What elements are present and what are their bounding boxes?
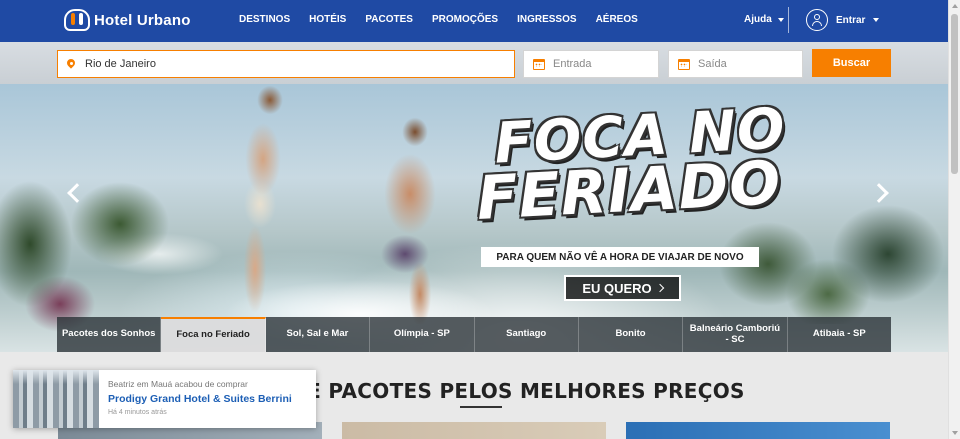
- tab-bonito[interactable]: Bonito: [579, 317, 684, 352]
- hero-person-woman: [215, 84, 305, 314]
- top-nav: Hotel Urbano DESTINOS HOTÉIS PACOTES PRO…: [0, 0, 948, 42]
- checkout-placeholder: Saída: [698, 58, 727, 70]
- menu-item-aereos[interactable]: AÉREOS: [596, 14, 638, 25]
- nav-divider: [788, 7, 789, 33]
- hero-tagline: PARA QUEM NÃO VÊ A HORA DE VIAJAR DE NOV…: [481, 247, 759, 267]
- scroll-thumb[interactable]: [951, 14, 958, 174]
- hero-headline: FOCA NO FERIADO: [475, 96, 790, 234]
- search-bar: Rio de Janeiro Entrada Saída: [0, 42, 948, 84]
- login-label: Entrar: [836, 14, 866, 26]
- tab-pacotes-dos-sonhos[interactable]: Pacotes dos Sonhos: [57, 317, 162, 352]
- cta-button[interactable]: EU QUERO: [564, 275, 681, 301]
- user-icon: [806, 9, 828, 31]
- location-pin-icon: [67, 59, 75, 69]
- chevron-down-icon: [777, 17, 784, 22]
- scroll-up-icon[interactable]: [952, 4, 958, 8]
- tab-sol-sal-e-mar[interactable]: Sol, Sal e Mar: [266, 317, 371, 352]
- hero-person-man: [355, 114, 455, 324]
- offer-card[interactable]: [342, 422, 606, 439]
- logo-icon: [64, 9, 90, 31]
- notification-time: Há 4 minutos atrás: [108, 409, 167, 416]
- offer-card[interactable]: [626, 422, 890, 439]
- menu-item-hoteis[interactable]: HOTÉIS: [309, 14, 346, 25]
- tab-foca-no-feriado[interactable]: Foca no Feriado: [161, 317, 266, 352]
- hero-headline-line2: FERIADO: [474, 148, 783, 235]
- destination-input[interactable]: Rio de Janeiro: [57, 50, 515, 78]
- section-title-underline: [460, 406, 502, 408]
- checkin-field[interactable]: Entrada: [523, 50, 659, 78]
- page-scrollbar[interactable]: [948, 0, 960, 439]
- notification-hotel-link[interactable]: Prodigy Grand Hotel & Suites Berrini: [108, 393, 292, 405]
- checkin-placeholder: Entrada: [553, 58, 592, 70]
- search-button[interactable]: Buscar: [812, 49, 891, 77]
- menu-item-destinos[interactable]: DESTINOS: [239, 14, 290, 25]
- chevron-right-icon: [655, 283, 664, 293]
- calendar-icon: [678, 58, 690, 70]
- tab-balneario-camboriu[interactable]: Balneário Camboriú - SC: [683, 317, 788, 352]
- carousel-tabs: Pacotes dos Sonhos Foca no Feriado Sol, …: [57, 317, 891, 352]
- cta-label: EU QUERO: [582, 280, 652, 296]
- brand-name: Hotel Urbano: [94, 11, 191, 29]
- checkout-field[interactable]: Saída: [668, 50, 803, 78]
- scroll-down-icon[interactable]: [952, 431, 958, 435]
- calendar-icon: [533, 58, 545, 70]
- brand-logo[interactable]: Hotel Urbano: [64, 9, 191, 31]
- help-label: Ajuda: [744, 14, 772, 25]
- notification-body: Beatriz em Mauá acabou de comprar Prodig…: [99, 370, 292, 428]
- chevron-down-icon: [873, 18, 880, 22]
- menu-item-pacotes[interactable]: PACOTES: [365, 14, 413, 25]
- destination-value: Rio de Janeiro: [85, 58, 156, 70]
- menu-item-promocoes[interactable]: PROMOÇÕES: [432, 14, 498, 25]
- notification-buyer-text: Beatriz em Mauá acabou de comprar: [108, 379, 248, 389]
- tab-atibaia[interactable]: Atibaia - SP: [788, 317, 891, 352]
- help-dropdown[interactable]: Ajuda: [744, 14, 784, 25]
- purchase-notification[interactable]: Beatriz em Mauá acabou de comprar Prodig…: [13, 370, 316, 428]
- main-menu: DESTINOS HOTÉIS PACOTES PROMOÇÕES INGRES…: [239, 14, 638, 25]
- login-dropdown[interactable]: Entrar: [806, 9, 880, 31]
- tab-santiago[interactable]: Santiago: [475, 317, 579, 352]
- hotel-thumbnail: [13, 370, 99, 428]
- menu-item-ingressos[interactable]: INGRESSOS: [517, 14, 576, 25]
- tab-olimpia[interactable]: Olímpia - SP: [370, 317, 475, 352]
